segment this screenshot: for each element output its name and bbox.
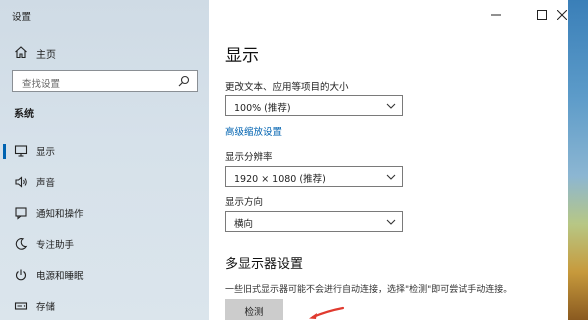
sidebar-item-display[interactable]: 显示 (0, 136, 209, 167)
advanced-scaling-link[interactable]: 高级缩放设置 (225, 124, 282, 138)
desktop-wallpaper-edge (568, 0, 588, 320)
scale-value: 100% (推荐) (234, 103, 291, 114)
power-icon (16, 269, 26, 281)
chevron-down-icon (386, 103, 396, 109)
page-title: 显示 (225, 46, 259, 66)
monitor-icon (14, 145, 28, 157)
multi-display-title: 多显示器设置 (225, 257, 304, 272)
storage-icon (14, 302, 28, 310)
orientation-dropdown[interactable]: 横向 (225, 211, 403, 232)
main-content: 显示 更改文本、应用等项目的大小 100% (推荐) 高级缩放设置 显示分辨率 … (209, 0, 588, 320)
title-bar (209, 0, 588, 32)
chevron-down-icon (386, 174, 396, 180)
sidebar-item-label: 专注助手 (36, 240, 75, 251)
chevron-down-icon (386, 219, 396, 225)
resolution-value: 1920 × 1080 (推荐) (234, 174, 326, 185)
sidebar-nav: 显示 声音 通知和操作 专注助手 电源和睡眠 存储 (0, 136, 209, 320)
speaker-icon (15, 176, 27, 188)
detect-button[interactable]: 检测 (225, 299, 283, 320)
orientation-label: 显示方向 (225, 197, 264, 208)
minimize-button[interactable] (473, 0, 519, 30)
resolution-dropdown[interactable]: 1920 × 1080 (推荐) (225, 166, 403, 187)
sidebar-item-notifications[interactable]: 通知和操作 (0, 198, 209, 229)
minimize-icon (491, 14, 501, 16)
search-icon[interactable] (178, 75, 190, 87)
moon-icon (15, 238, 28, 250)
sidebar-item-label: 声音 (36, 178, 56, 189)
selection-indicator (3, 144, 6, 159)
notification-icon (15, 207, 27, 220)
sidebar: 设置 主页 查找设置 系统 显示 声音 通知和操作 专注助手 电源和睡眠 存储 (0, 0, 209, 320)
search-placeholder: 查找设置 (22, 79, 61, 90)
home-icon (15, 46, 27, 59)
sidebar-item-label: 存储 (36, 302, 56, 313)
sidebar-item-label: 显示 (36, 147, 56, 158)
orientation-value: 横向 (234, 219, 254, 230)
sidebar-item-label: 电源和睡眠 (36, 271, 84, 282)
search-input[interactable]: 查找设置 (12, 70, 198, 92)
sidebar-item-focus-assist[interactable]: 专注助手 (0, 229, 209, 260)
close-icon (557, 10, 567, 20)
annotation-arrow-icon (309, 306, 345, 319)
section-header-system: 系统 (14, 109, 34, 120)
sidebar-home[interactable]: 主页 (0, 41, 209, 63)
resolution-label: 显示分辨率 (225, 152, 273, 163)
sidebar-item-sound[interactable]: 声音 (0, 167, 209, 198)
detect-button-label: 检测 (244, 307, 264, 318)
sidebar-item-label: 通知和操作 (36, 209, 84, 220)
sidebar-item-storage[interactable]: 存储 (0, 291, 209, 320)
scale-label: 更改文本、应用等项目的大小 (225, 82, 349, 93)
multi-display-description: 一些旧式显示器可能不会进行自动连接，选择"检测"即可尝试手动连接。 (225, 285, 513, 295)
sidebar-item-power-sleep[interactable]: 电源和睡眠 (0, 260, 209, 291)
scale-dropdown[interactable]: 100% (推荐) (225, 95, 403, 116)
window-title: 设置 (12, 12, 32, 23)
settings-window: 设置 主页 查找设置 系统 显示 声音 通知和操作 专注助手 电源和睡眠 存储 … (0, 0, 588, 320)
home-label: 主页 (36, 50, 56, 61)
maximize-icon (537, 10, 547, 20)
